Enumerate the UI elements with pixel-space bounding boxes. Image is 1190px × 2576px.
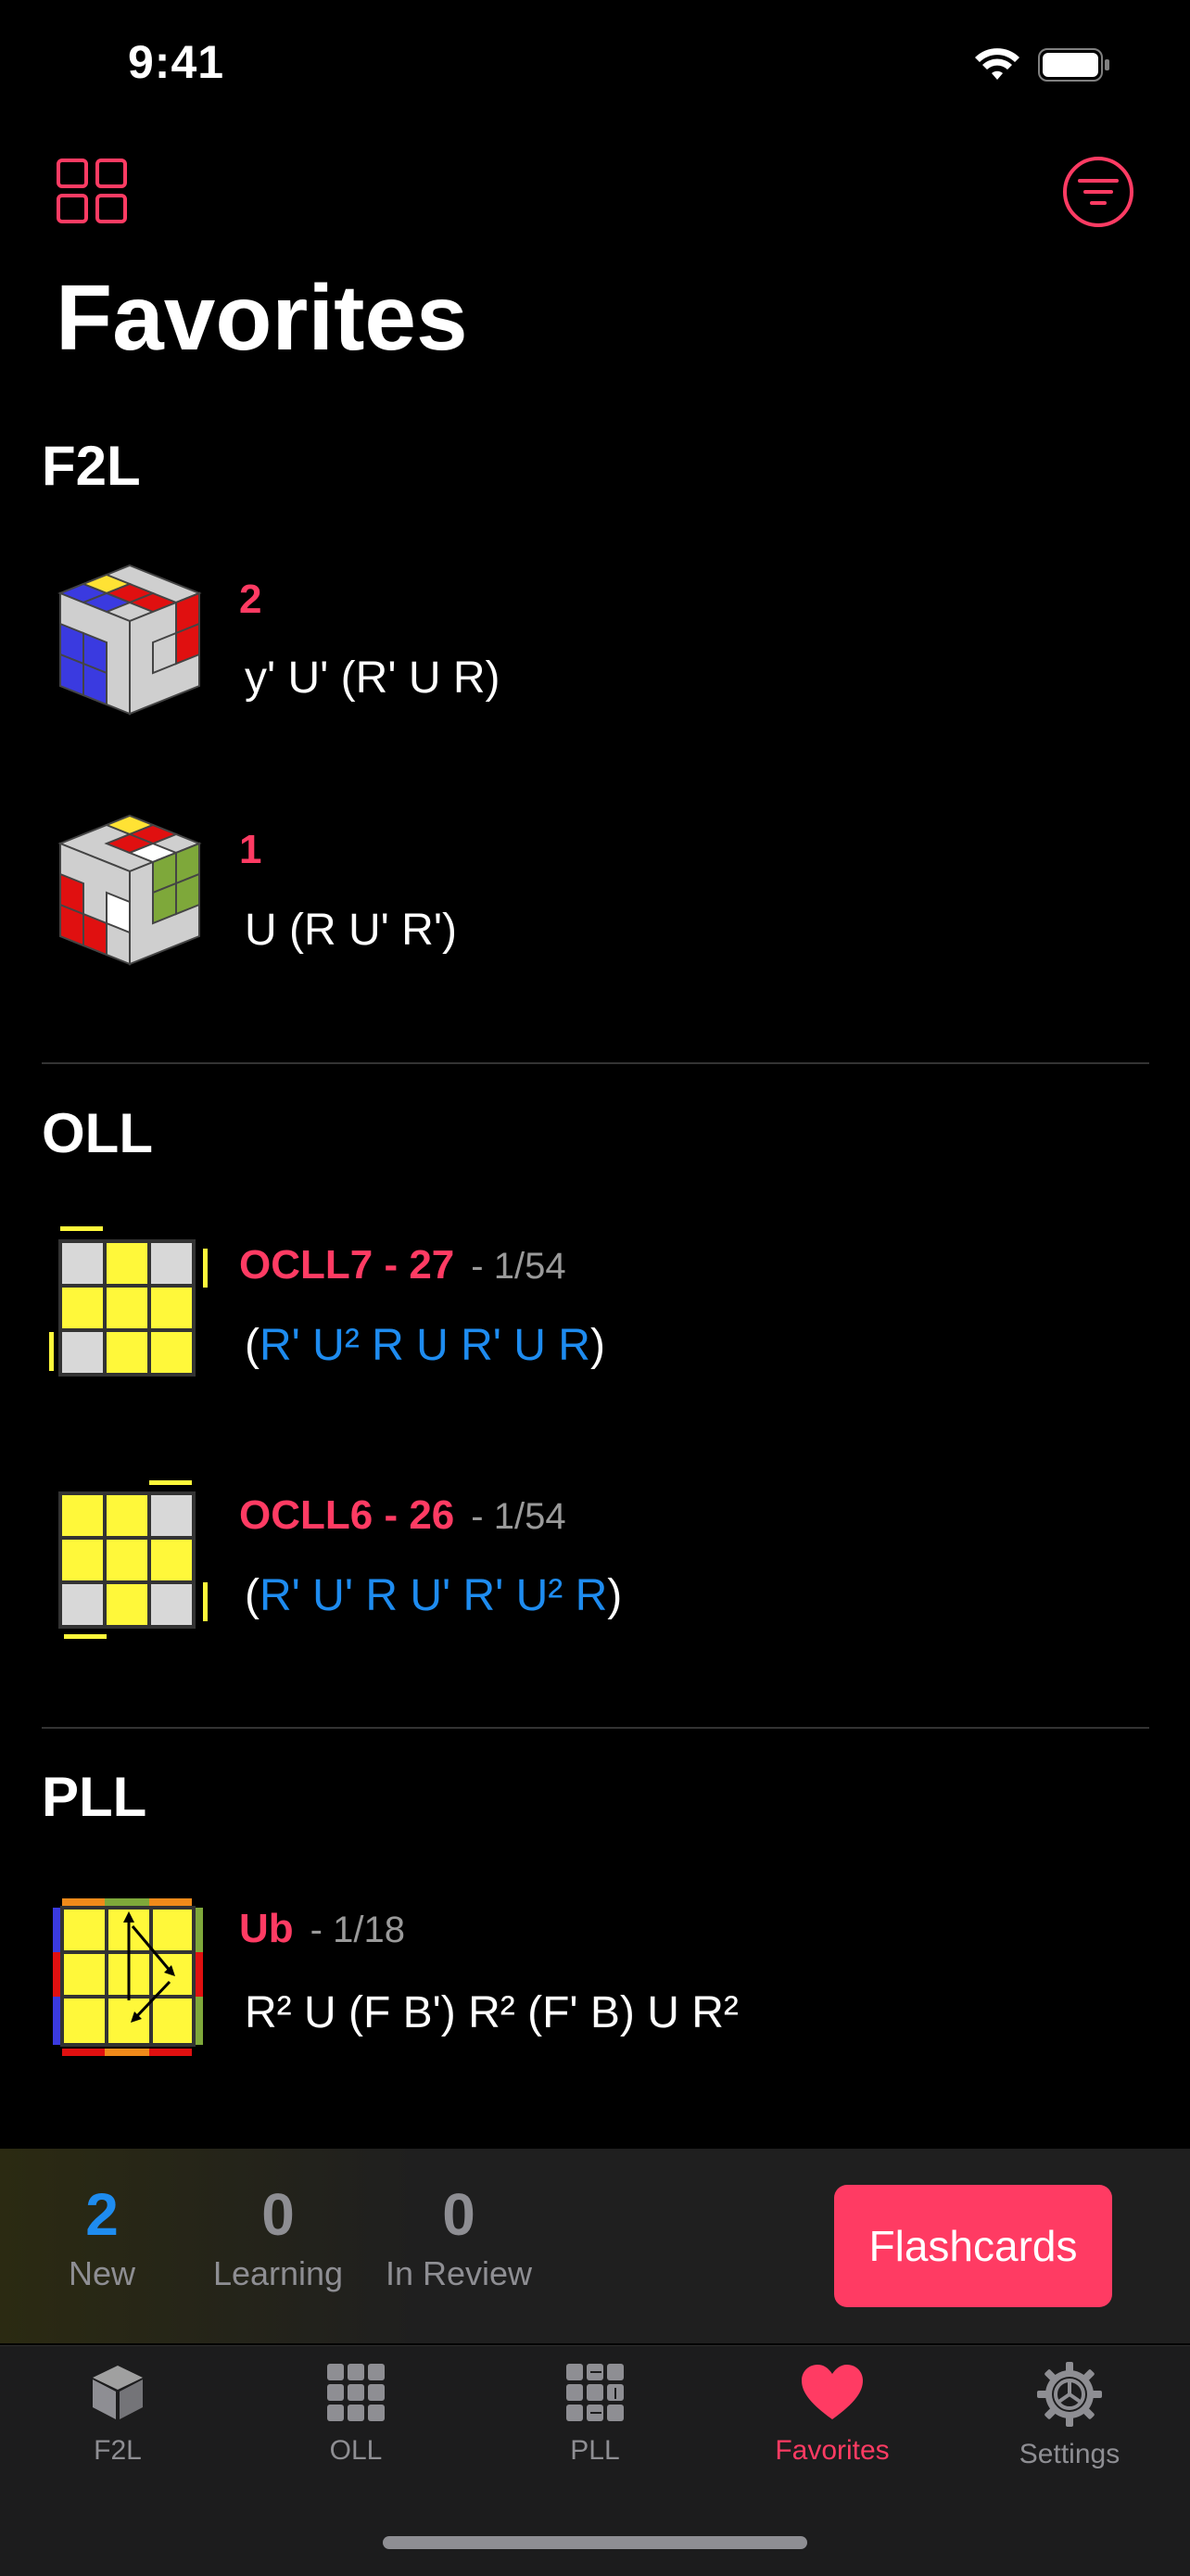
algorithm-moves: R' U' R U' R' U² R bbox=[259, 1571, 608, 1620]
counter-review: 0 In Review bbox=[371, 2180, 547, 2293]
counter-learning: 0 Learning bbox=[199, 2180, 357, 2293]
paren-close: ) bbox=[589, 1321, 605, 1370]
item-count: - 1/54 bbox=[471, 1496, 566, 1537]
status-time: 9:41 bbox=[128, 36, 225, 88]
page-title: Favorites bbox=[56, 266, 468, 370]
tab-oll[interactable]: OLL bbox=[263, 2362, 449, 2467]
tab-label: OLL bbox=[329, 2435, 383, 2466]
item-algorithm: (R' U² R U R' U R) bbox=[245, 1320, 605, 1371]
section-divider bbox=[42, 1062, 1149, 1064]
item-name: OCLL7 - 27 bbox=[239, 1242, 455, 1288]
item-name: 2 bbox=[239, 577, 262, 622]
grid-icon bbox=[327, 2364, 385, 2421]
section-header-pll: PLL bbox=[42, 1766, 147, 1828]
item-algorithm: (R' U' R U' R' U² R) bbox=[245, 1570, 622, 1621]
pll-grid-icon bbox=[566, 2364, 624, 2421]
gear-icon bbox=[1037, 2362, 1102, 2427]
item-name: Ub bbox=[239, 1906, 294, 1951]
grid-view-icon[interactable] bbox=[56, 158, 130, 224]
cube-icon bbox=[93, 2366, 143, 2419]
item-name: 1 bbox=[239, 827, 262, 872]
item-name: OCLL6 - 26 bbox=[239, 1492, 455, 1538]
item-algorithm: U (R U' R') bbox=[245, 906, 457, 955]
tab-label: F2L bbox=[94, 2435, 142, 2466]
section-header-f2l: F2L bbox=[42, 435, 141, 497]
section-divider bbox=[42, 1727, 1149, 1729]
item-algorithm: y' U' (R' U R) bbox=[245, 654, 500, 703]
counter-new: 2 New bbox=[37, 2180, 167, 2293]
tab-settings[interactable]: Settings bbox=[977, 2362, 1162, 2470]
tab-pll[interactable]: PLL bbox=[502, 2362, 688, 2467]
oll-case-thumbnail bbox=[58, 1480, 208, 1639]
counter-new-label: New bbox=[68, 2254, 136, 2292]
tab-f2l[interactable]: F2L bbox=[25, 2362, 210, 2467]
tab-label: PLL bbox=[570, 2435, 620, 2466]
battery-icon bbox=[1038, 48, 1109, 82]
home-indicator bbox=[383, 2536, 807, 2549]
counter-learning-count: 0 bbox=[261, 2181, 295, 2248]
oll-case-thumbnail bbox=[49, 1226, 208, 1377]
cube-thumbnail bbox=[57, 814, 202, 966]
item-count: - 1/54 bbox=[471, 1246, 566, 1287]
item-title: OCLL7 - 27 - 1/54 bbox=[239, 1242, 566, 1288]
counter-learning-label: Learning bbox=[212, 2254, 344, 2292]
paren-open: ( bbox=[245, 1571, 260, 1620]
paren-open: ( bbox=[245, 1321, 260, 1370]
filter-icon[interactable] bbox=[1061, 155, 1135, 229]
item-title: OCLL6 - 26 - 1/54 bbox=[239, 1492, 566, 1539]
item-count: - 1/18 bbox=[310, 1910, 405, 1950]
flashcards-button[interactable]: Flashcards bbox=[834, 2185, 1112, 2307]
counter-review-label: In Review bbox=[385, 2254, 533, 2292]
heart-icon bbox=[802, 2365, 863, 2419]
paren-close: ) bbox=[607, 1571, 623, 1620]
cube-thumbnail bbox=[57, 564, 202, 716]
item-algorithm: R² U (F B') R² (F' B) U R² bbox=[245, 1988, 739, 2037]
pll-case-thumbnail bbox=[53, 1898, 203, 2056]
section-header-oll: OLL bbox=[42, 1102, 153, 1164]
tab-favorites[interactable]: Favorites bbox=[740, 2362, 925, 2467]
tab-label: Settings bbox=[1019, 2439, 1120, 2469]
counter-review-count: 0 bbox=[442, 2181, 475, 2248]
item-title: Ub - 1/18 bbox=[239, 1906, 405, 1952]
tab-label: Favorites bbox=[775, 2435, 890, 2466]
wifi-icon bbox=[975, 48, 1019, 80]
counter-new-count: 2 bbox=[85, 2181, 119, 2248]
algorithm-moves: R' U² R U R' U R bbox=[259, 1321, 590, 1370]
